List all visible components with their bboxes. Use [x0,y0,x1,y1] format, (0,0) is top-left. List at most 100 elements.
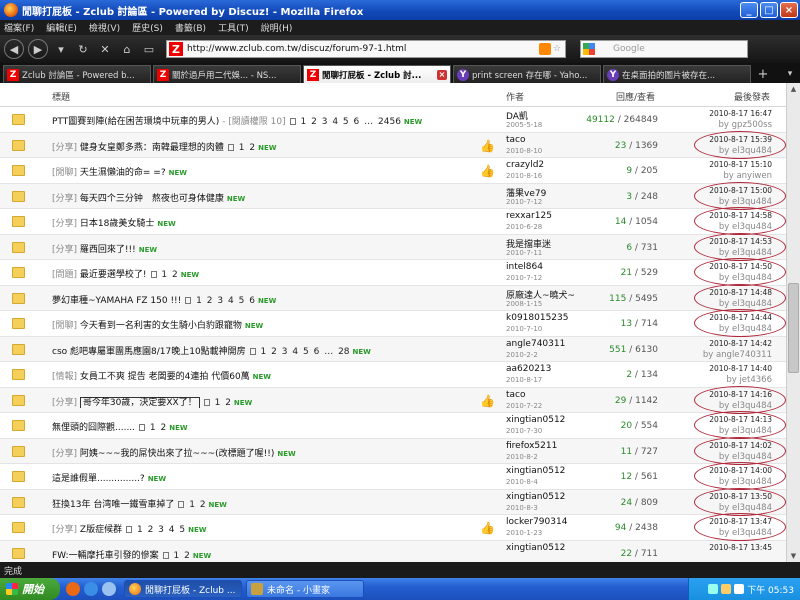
tray-icon[interactable] [721,584,732,594]
last-post-user[interactable]: by el3qu484 [672,324,772,334]
last-post-time[interactable]: 2010-8-17 14:44 [672,313,772,322]
search-box[interactable]: Google [580,40,748,58]
thread-row[interactable]: [分享] 每天四个三分钟 熬夜也可身体健康 NEW 藩果ve79 2010-7-12 3… [0,181,786,210]
new-tab-icon[interactable]: + [753,65,773,83]
tab-close-icon[interactable]: × [437,69,447,80]
last-post-user[interactable]: by jet4366 [672,375,772,385]
page-link[interactable]: 3 [158,525,164,535]
thread-title-text[interactable]: 夢幻車種~YAMAHA FZ 150 !!! [52,296,181,306]
last-post-time[interactable]: 2010-8-17 14:48 [672,288,772,297]
page-link[interactable]: 2 [200,500,206,510]
thread-author[interactable]: xingtian0512 [506,415,565,425]
thread-title[interactable]: [分享] 哥今年30歲，決定要XX了！ 1 2 NEW [52,395,472,408]
page-link[interactable]: 1 [215,398,221,408]
thread-title-text[interactable]: cso 彪吧專屬軍團馬應園8/17晚上10點載神開房 [52,347,246,357]
thread-row[interactable]: [分享] 哥今年30歲，決定要XX了！ 1 2 NEW 👍 taco 2010-7-22… [0,385,786,414]
thread-title[interactable]: PTT圖賽到陣(給在困苦環境中玩車的男人) - [閱讀權限 10] 1 2 3 … [52,114,472,127]
last-post-user[interactable]: by el3qu484 [672,503,772,513]
minimize-button[interactable]: _ [740,2,758,18]
page-link[interactable]: 5 [303,347,309,357]
thread-title-text[interactable]: 這是誰假單...............? [52,474,145,484]
back-icon[interactable]: ◀ [4,39,24,59]
page-link[interactable]: 1 [300,117,306,127]
last-post-time[interactable]: 2010-8-17 15:00 [672,186,772,195]
thread-category[interactable]: [問題] [52,270,77,280]
thread-title-text[interactable]: 最近要選學校了! [80,270,147,280]
home-icon[interactable]: ⌂ [118,39,136,59]
page-link[interactable]: 3 [322,117,328,127]
taskbar-paint-window[interactable]: 未命名 - 小畫家 [246,580,364,598]
page-link[interactable]: 1 [239,143,245,153]
thread-author[interactable]: xingtian0512 [506,466,565,476]
screen-icon[interactable]: ▭ [140,39,158,59]
thread-author[interactable]: taco [506,135,526,145]
thread-title-text[interactable]: 阿姨~~~我的屌快出來了拉~~~(改標題了喔!!) [80,449,275,459]
page-link[interactable]: 4 [169,525,175,535]
thread-title[interactable]: [問題] 最近要選學校了! 1 2 NEW [52,267,472,280]
last-post-time[interactable]: 2010-8-17 14:50 [672,262,772,271]
thread-title-text[interactable]: 哥今年30歲，決定要XX了！ [79,396,200,408]
google-icon[interactable] [583,43,595,55]
page-link[interactable]: 2 [207,296,213,306]
thread-row[interactable]: 夢幻車種~YAMAHA FZ 150 !!! 1 2 3 4 5 6 NEW 原廠達… [0,283,786,312]
thread-row[interactable]: [分享] 羅西回來了!!! NEW 我是擋車迷 2010-7-11 6 / 731 201… [0,232,786,261]
tab-chat-board[interactable]: Z 閒聊打屁板 - Zclub 討... × [303,65,451,83]
page-link[interactable]: 4 [292,347,298,357]
tab-yahoo-2[interactable]: Y 在桌面拍的圖片被存在... [603,65,751,83]
thread-author[interactable]: xingtian0512 [506,543,565,553]
page-link[interactable]: 1 [173,551,179,561]
thread-title[interactable]: [分享] 健身女皇鄭多燕：南韓最理想的肉體 1 2 NEW [52,140,472,153]
thread-row[interactable]: [閒聊] 今天看到一名利害的女生騎小白豹跟寵物 NEW k0918015235 201… [0,309,786,337]
page-link[interactable]: 1 [196,296,202,306]
page-link[interactable]: 2 [184,551,190,561]
reload-icon[interactable]: ↻ [74,39,92,59]
page-link[interactable]: 1 [189,500,195,510]
menu-tools[interactable]: 工具(T) [218,21,249,34]
thread-row[interactable]: [問題] 最近要選學校了! 1 2 NEW intel864 2010-7-12 21 … [0,258,786,286]
menu-history[interactable]: 歷史(S) [132,21,163,34]
thread-title[interactable]: [分享] Z版症候群 1 2 3 4 5 NEW [52,522,472,535]
last-post-time[interactable]: 2010-8-17 14:00 [672,466,772,475]
page-link[interactable]: 5 [343,117,349,127]
thread-title[interactable]: FW:一輛摩托車引發的慘案 1 2 NEW [52,548,472,561]
thread-row[interactable]: [分享] 健身女皇鄭多燕：南韓最理想的肉體 1 2 NEW 👍 taco 2010-8-… [0,130,786,159]
last-post-time[interactable]: 2010-8-17 15:10 [672,160,772,169]
thread-row[interactable]: [分享] 阿姨~~~我的屌快出來了拉~~~(改標題了喔!!) NEW firefox… [0,436,786,465]
thread-author[interactable]: rexxar125 [506,211,552,221]
last-post-time[interactable]: 2010-8-17 13:50 [672,492,772,501]
page-link[interactable]: 2 [311,117,317,127]
thread-title-text[interactable]: 女員工不爽 提告 老闆要的4連拍 代價60萬 [80,372,250,382]
last-post-user[interactable]: by el3qu484 [672,299,772,309]
thread-category[interactable]: [分享] [52,398,77,408]
page-link[interactable]: 2 [249,143,255,153]
thread-title[interactable]: [分享] 日本18歲美女騎士 NEW [52,216,472,229]
page-link[interactable]: 2 [225,398,231,408]
url-bar[interactable]: Z http://www.zclub.com.tw/discuz/forum-9… [166,40,566,58]
thread-row[interactable]: 無俚頭的囧際觀....... 1 2 NEW xingtian0512 2010-7-… [0,411,786,439]
thread-category[interactable]: [分享] [52,194,77,204]
last-post-user[interactable]: by el3qu484 [672,197,772,207]
thread-row[interactable]: cso 彪吧專屬軍團馬應園8/17晚上10點載神開房 1 2 3 4 5 6 …… [0,336,786,362]
page-link[interactable]: 6 [314,347,320,357]
thread-category[interactable]: [情報] [52,372,77,382]
page-link[interactable]: 6 [249,296,255,306]
menu-file[interactable]: 檔案(F) [4,21,34,34]
thread-title[interactable]: 狂換13年 台湾唯一鐵雪車掉了 1 2 NEW [52,497,472,510]
scroll-down-icon[interactable]: ▼ [787,550,800,562]
page-link[interactable]: 2 [172,270,178,280]
page-link[interactable]: 5 [239,296,245,306]
thread-row[interactable]: 狂換13年 台湾唯一鐵雪車掉了 1 2 NEW xingtian0512 2010-8… [0,487,786,516]
page-link[interactable]: 1 [161,270,167,280]
ie-launch-icon[interactable] [84,582,98,596]
thread-category[interactable]: [分享] [52,449,77,459]
thread-title-text[interactable]: Z版症候群 [80,525,122,535]
thread-author[interactable]: locker790314 [506,517,567,527]
thread-category[interactable]: [分享] [52,219,77,229]
thread-title-text[interactable]: 健身女皇鄭多燕：南韓最理想的肉體 [80,143,224,153]
last-post-user[interactable]: by anyiwen [672,171,772,181]
last-post-user[interactable]: by el3qu484 [672,528,772,538]
page-link[interactable]: 2 [148,525,154,535]
tab-transfer[interactable]: Z 關於過戶用二代娛... - NS... [153,65,301,83]
last-post-user[interactable]: by el3qu484 [672,146,772,156]
scroll-up-icon[interactable]: ▲ [787,83,800,95]
